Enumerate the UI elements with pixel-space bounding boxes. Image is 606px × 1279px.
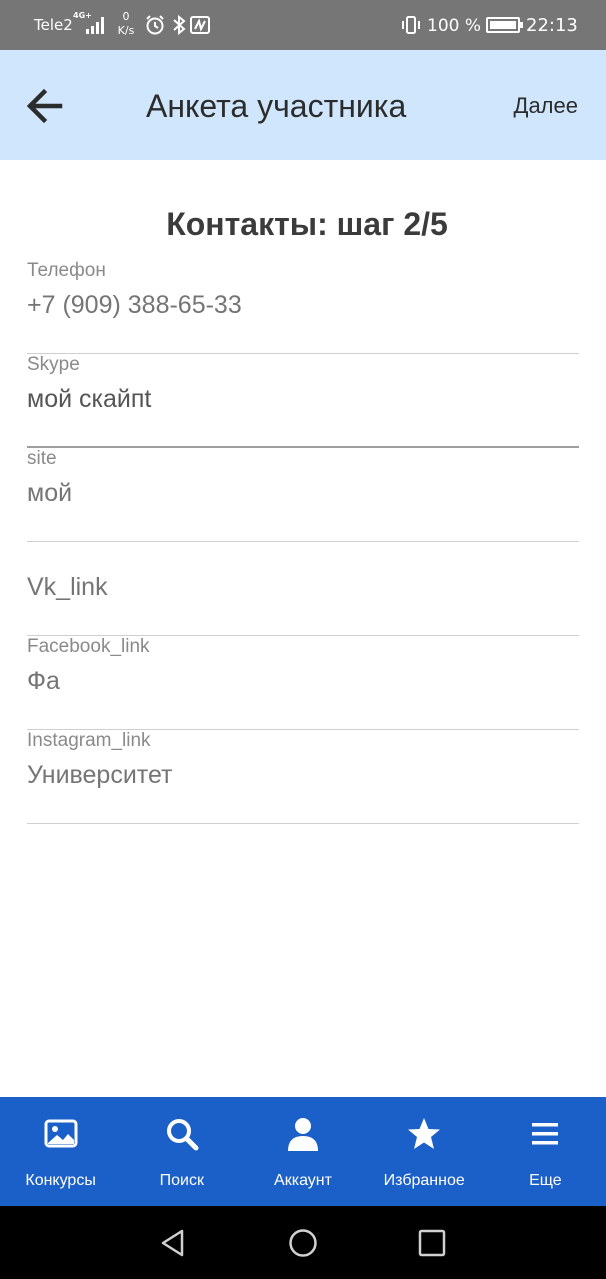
instagram-link-underline bbox=[27, 823, 579, 824]
system-navigation-bar bbox=[0, 1206, 606, 1279]
nav-label-account: Аккаунт bbox=[274, 1172, 332, 1189]
carrier-name: Tele2 bbox=[34, 16, 73, 34]
nav-label-contests: Конкурсы bbox=[25, 1172, 96, 1189]
instagram-link-field: Instagram_link bbox=[27, 730, 579, 824]
search-icon bbox=[166, 1119, 199, 1151]
back-triangle-icon[interactable] bbox=[158, 1228, 188, 1258]
image-icon bbox=[44, 1119, 78, 1148]
instagram-link-label: Instagram_link bbox=[27, 730, 151, 751]
bluetooth-icon bbox=[173, 14, 186, 36]
nfc-icon bbox=[190, 16, 210, 34]
facebook-link-input[interactable] bbox=[27, 664, 579, 698]
nav-label-favorites: Избранное bbox=[383, 1172, 465, 1189]
battery-icon bbox=[486, 17, 523, 33]
nav-label-more: Еще bbox=[529, 1172, 562, 1189]
facebook-link-label: Facebook_link bbox=[27, 636, 150, 657]
signal-icon bbox=[86, 17, 104, 34]
nav-item-account[interactable]: Аккаунт bbox=[242, 1097, 363, 1206]
facebook-link-field: Facebook_link bbox=[27, 636, 579, 730]
network-speed: 0 K/s bbox=[112, 10, 140, 38]
vibrate-icon bbox=[402, 16, 420, 34]
vk-link-input[interactable] bbox=[27, 570, 579, 604]
nav-item-contests[interactable]: Конкурсы bbox=[0, 1097, 121, 1206]
phone-label: Телефон bbox=[27, 260, 106, 281]
vk-link-field bbox=[27, 542, 579, 636]
skype-field: Skype bbox=[27, 354, 579, 448]
star-icon bbox=[408, 1118, 441, 1149]
person-icon bbox=[288, 1118, 318, 1151]
speed-value: 0 bbox=[122, 10, 130, 23]
menu-icon bbox=[532, 1123, 559, 1145]
nav-item-more[interactable]: Еще bbox=[485, 1097, 606, 1206]
page-title: Анкета участника bbox=[146, 88, 407, 124]
alarm-icon bbox=[146, 15, 164, 35]
phone-input[interactable] bbox=[27, 288, 579, 322]
speed-unit: K/s bbox=[117, 24, 135, 37]
app-bar: Анкета участника Далее bbox=[0, 50, 606, 160]
nav-label-search: Поиск bbox=[159, 1172, 204, 1189]
phone-field: Телефон bbox=[27, 260, 579, 354]
back-arrow-icon[interactable] bbox=[22, 83, 68, 129]
step-heading: Контакты: шаг 2/5 bbox=[166, 206, 448, 242]
next-button[interactable]: Далее bbox=[514, 93, 578, 119]
home-circle-icon[interactable] bbox=[288, 1228, 318, 1258]
recents-square-icon[interactable] bbox=[417, 1228, 447, 1258]
battery-percent: 100 % bbox=[427, 16, 482, 36]
site-input[interactable] bbox=[27, 476, 579, 510]
site-field: site bbox=[27, 448, 579, 542]
skype-label: Skype bbox=[27, 354, 80, 375]
nav-item-search[interactable]: Поиск bbox=[121, 1097, 242, 1206]
nav-item-favorites[interactable]: Избранное bbox=[364, 1097, 485, 1206]
site-label: site bbox=[27, 448, 57, 469]
battery-fill bbox=[490, 21, 516, 29]
instagram-link-input[interactable] bbox=[27, 758, 579, 792]
status-bar: Tele2 4G+ 0 K/s 100 % 22:13 bbox=[0, 0, 606, 50]
status-clock: 22:13 bbox=[526, 15, 578, 36]
bottom-navigation: Конкурсы Поиск Аккаунт Избранное Еще bbox=[0, 1097, 606, 1206]
skype-input[interactable] bbox=[27, 382, 579, 416]
